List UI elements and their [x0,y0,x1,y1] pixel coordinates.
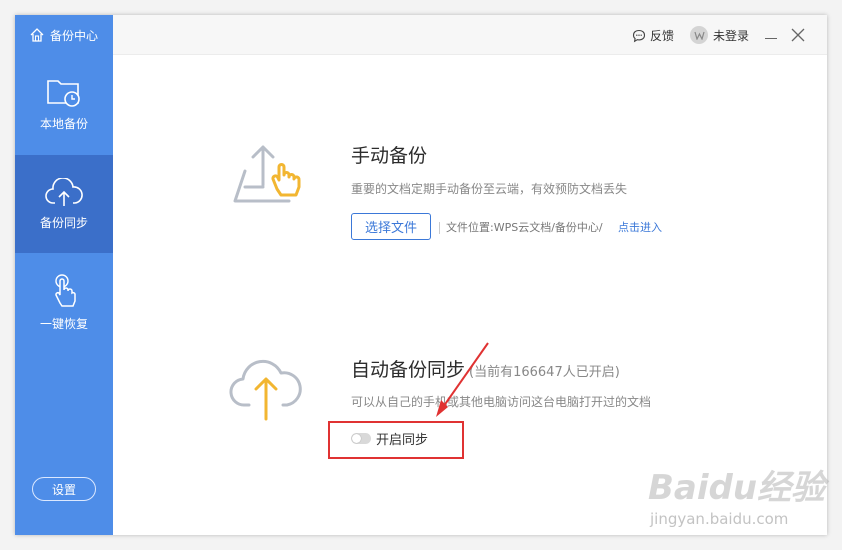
sidebar: 备份中心 本地备份 备份同步 一键恢复 设置 [15,15,113,535]
file-location-text: 文件位置:WPS云文档/备份中心/ [446,221,603,234]
divider [439,222,440,234]
sidebar-item-backup-sync[interactable]: 备份同步 [15,155,113,253]
feedback-button[interactable]: 反馈 [632,27,674,44]
cloud-sync-icon [229,359,302,421]
enabled-user-count: (当前有166647人已开启) [469,365,620,380]
login-label: 未登录 [713,28,750,43]
manual-backup-title: 手动备份 [351,145,428,167]
login-button[interactable]: 未登录 [690,26,749,44]
settings-button[interactable]: 设置 [32,477,96,501]
choose-file-button[interactable]: 选择文件 [351,213,431,240]
titlebar: 反馈 未登录 [113,15,827,55]
close-icon [791,28,805,42]
chat-bubble-icon [632,29,646,42]
sidebar-item-one-click-restore[interactable]: 一键恢复 [15,253,113,351]
manual-backup-desc: 重要的文档定期手动备份至云端，有效预防文档丢失 [351,182,628,196]
watermark-logo: Baidu经验 [648,460,825,509]
hand-pointer-icon [55,273,76,307]
auto-backup-title: 自动备份同步 (当前有166647人已开启) [351,355,620,382]
wps-logo-icon [693,31,705,40]
sidebar-item-label: 本地备份 [39,116,88,131]
annotation-highlight-box [328,421,464,459]
watermark-brand: Baidu经验 [648,468,826,508]
file-location: 文件位置:WPS云文档/备份中心/ [439,219,603,235]
app-brand: 备份中心 [15,15,113,55]
home-icon [30,28,44,42]
minimize-button[interactable] [764,25,778,43]
close-button[interactable] [790,27,806,43]
folder-clock-icon [47,79,80,107]
app-title: 备份中心 [50,28,99,43]
backup-center-window: 备份中心 本地备份 备份同步 一键恢复 设置 反馈 未登录 手动备份 重要的文档… [15,15,827,535]
avatar [690,26,708,44]
feedback-label: 反馈 [650,29,675,43]
auto-backup-title-text: 自动备份同步 [351,359,466,381]
sidebar-item-label: 备份同步 [39,215,88,230]
watermark-url: jingyan.baidu.com [650,510,789,528]
cloud-upload-icon [45,177,83,206]
sidebar-item-local-backup[interactable]: 本地备份 [15,55,113,153]
auto-backup-desc: 可以从自己的手机或其他电脑访问这台电脑打开过的文档 [351,395,652,409]
manual-upload-icon [233,145,301,203]
enter-link[interactable]: 点击进入 [618,219,662,235]
sidebar-item-label: 一键恢复 [39,316,88,331]
